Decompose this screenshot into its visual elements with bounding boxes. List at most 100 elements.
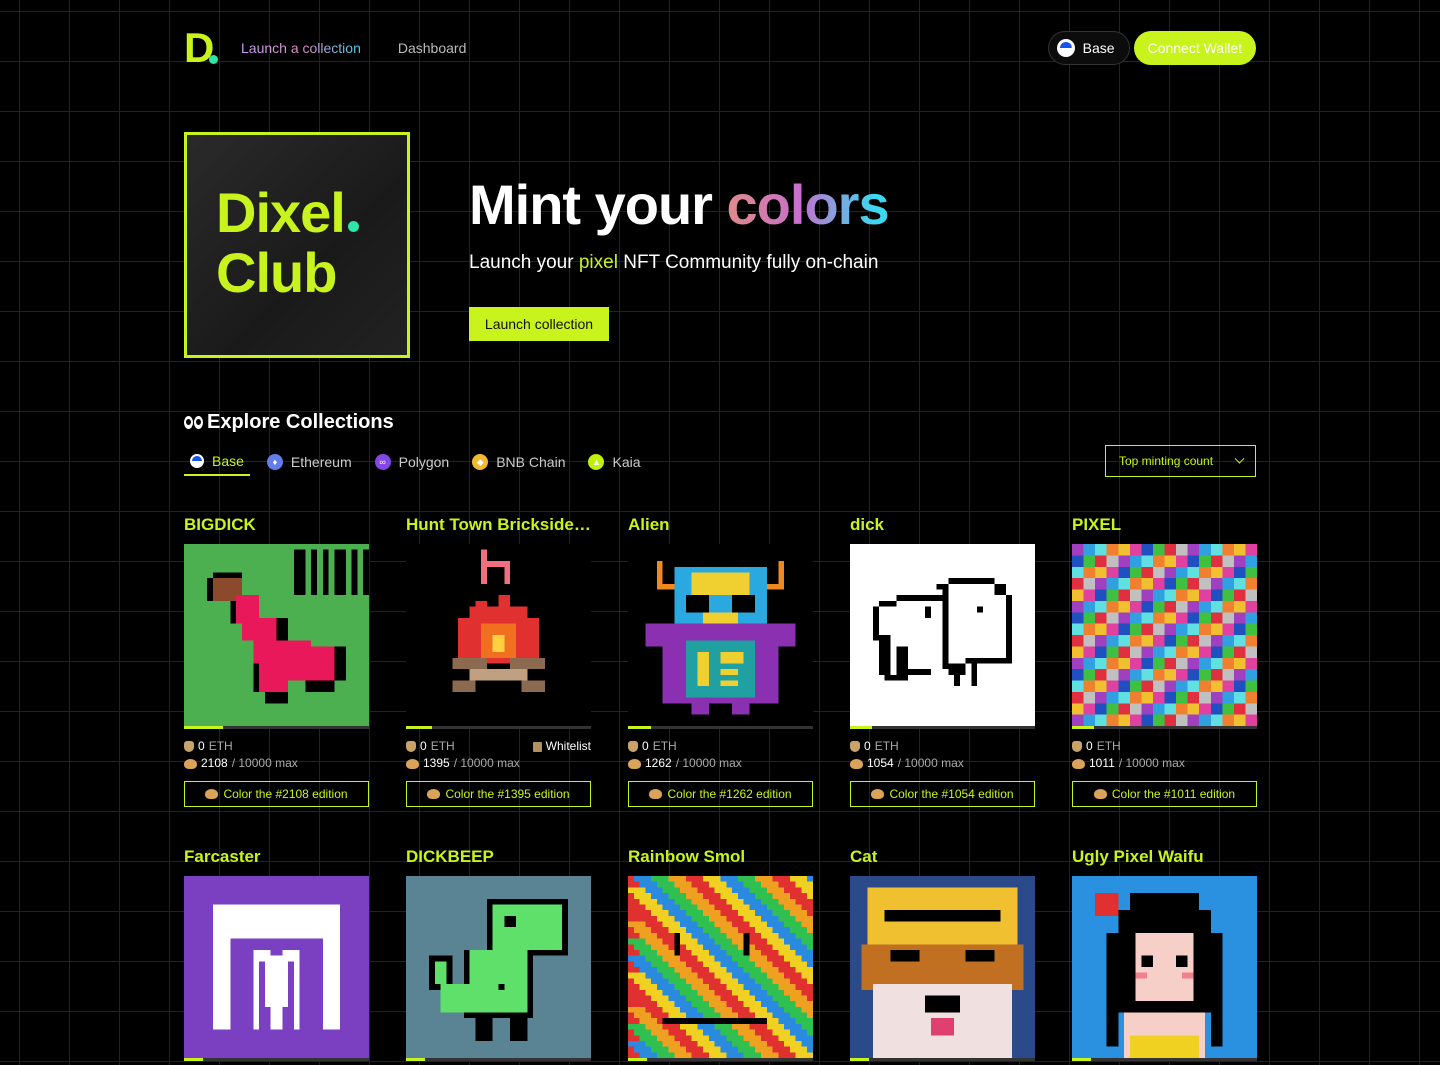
logo-dot [209,55,218,64]
max-supply: / 10000 max [897,756,964,770]
collection-card[interactable]: DICKBEEP [406,847,591,1061]
color-edition-button[interactable]: Color the #1395 edition [406,781,591,807]
mint-progress-fill [628,726,652,729]
color-edition-label: Color the #1054 edition [889,787,1014,801]
color-edition-label: Color the #1011 edition [1111,787,1236,801]
collection-artwork[interactable] [406,544,591,726]
collection-title[interactable]: Hunt Town Brickside ... [406,515,591,544]
collection-card[interactable]: dick 0 ETH 1054 / 10000 max Color the #1054 … [850,515,1035,807]
minted-count: 1395 [423,756,450,770]
money-bag-icon [1072,741,1082,752]
collection-title[interactable]: Ugly Pixel Waifu [1072,847,1257,876]
color-edition-button[interactable]: Color the #1262 edition [628,781,813,807]
tab-label: Ethereum [290,454,352,470]
palette-icon [649,789,663,799]
color-edition-button[interactable]: Color the #1054 edition [850,781,1035,807]
dashboard-link[interactable]: Dashboard [398,40,467,56]
collection-artwork[interactable] [406,876,591,1058]
price-unit: ETH [652,739,677,753]
color-edition-button[interactable]: Color the #2108 edition [184,781,369,807]
minted-count: 1054 [867,756,894,770]
mint-progress-bar [628,1058,813,1061]
mint-progress-bar [406,1058,591,1061]
collection-artwork[interactable] [184,876,369,1058]
collection-title[interactable]: Rainbow Smol [628,847,813,876]
tab-polygon[interactable]: ∞ Polygon [369,448,456,476]
price-value: 0 [420,739,427,753]
collection-artwork[interactable] [1072,544,1257,726]
connect-wallet-button[interactable]: Connect Wallet [1133,31,1256,65]
collection-card[interactable]: BIGDICK 0 ETH 2108 / 10000 max Color the #21… [184,515,369,807]
collection-title[interactable]: DICKBEEP [406,847,591,876]
logo-letter: D [184,24,214,71]
collections-grid: BIGDICK 0 ETH 2108 / 10000 max Color the #21… [184,515,1257,1061]
collection-artwork[interactable] [1072,876,1257,1058]
collection-artwork[interactable] [850,876,1035,1058]
collection-card[interactable]: Rainbow Smol [628,847,813,1061]
price-unit: ETH [1096,739,1121,753]
explore-heading: Explore Collections [184,411,394,434]
collection-card[interactable]: Ugly Pixel Waifu [1072,847,1257,1061]
collection-title[interactable]: BIGDICK [184,515,369,544]
palette-icon [1093,789,1107,799]
max-supply: / 10000 max [231,756,298,770]
tab-kaia[interactable]: ▲ Kaia [582,448,646,476]
collection-title[interactable]: Alien [628,515,813,544]
chain-selector-button[interactable]: Base [1047,31,1130,65]
logo-card-line1: Dixel [216,181,346,244]
price-value: 0 [642,739,649,753]
collection-meta: 0 ETH 1011 / 10000 max [1072,738,1257,772]
palette-icon [184,758,197,769]
color-edition-button[interactable]: Color the #1011 edition [1072,781,1257,807]
logo-card-dot [347,221,359,232]
tab-label: Kaia [612,454,641,470]
mint-progress-fill [184,1058,203,1061]
palette-icon [205,789,219,799]
collection-artwork[interactable] [628,876,813,1058]
palette-icon [1072,758,1085,769]
launch-collection-button[interactable]: Launch collection [469,307,609,341]
collection-card[interactable]: Hunt Town Brickside ... 0 ETH Whitelist 1395… [406,515,591,807]
mint-progress-fill [628,1058,647,1061]
collection-title[interactable]: Farcaster [184,847,369,876]
palette-icon [871,789,885,799]
dixel-logo[interactable]: D [184,27,220,69]
price-unit: ETH [430,739,455,753]
palette-icon [628,758,641,769]
minted-count: 1011 [1089,756,1115,770]
collection-card[interactable]: PIXEL 0 ETH 1011 / 10000 max Color the #1011… [1072,515,1257,807]
collection-artwork[interactable] [628,544,813,726]
mint-progress-fill [850,726,873,729]
tab-ethereum[interactable]: ♦ Ethereum [261,448,358,476]
collection-title[interactable]: Cat [850,847,1035,876]
collection-card[interactable]: Alien 0 ETH 1262 / 10000 max Color the #1262… [628,515,813,807]
collection-card[interactable]: Farcaster [184,847,369,1061]
mint-progress-bar [628,726,813,729]
collection-card[interactable]: Cat [850,847,1035,1061]
sort-dropdown[interactable]: Top minting count [1105,445,1256,477]
hero-subtitle-after: NFT Community fully on-chain [617,252,879,273]
collection-meta: 0 ETH 1054 / 10000 max [850,738,1035,772]
ethereum-icon: ♦ [266,454,283,470]
tab-label: BNB Chain [496,454,566,470]
tab-label: Base [212,453,244,469]
mint-progress-bar [850,1058,1035,1061]
collection-artwork[interactable] [850,544,1035,726]
palette-icon [406,758,419,769]
max-supply: / 10000 max [675,756,742,770]
mint-progress-bar [184,726,369,729]
tab-base[interactable]: Base [184,448,250,476]
collection-meta: 0 ETH 1262 / 10000 max [628,738,813,772]
color-edition-label: Color the #1262 edition [667,787,792,801]
price-value: 0 [198,739,205,753]
base-icon [190,454,204,468]
collection-artwork[interactable] [184,544,369,726]
tab-bnb-chain[interactable]: ◆ BNB Chain [466,448,571,476]
collection-title[interactable]: dick [850,515,1035,544]
palette-icon [427,789,441,799]
collection-title[interactable]: PIXEL [1072,515,1257,544]
launch-collection-link[interactable]: Launch a collection [241,40,361,56]
mint-progress-bar [406,726,591,729]
kaia-icon: ▲ [588,454,605,470]
money-bag-icon [406,741,416,752]
